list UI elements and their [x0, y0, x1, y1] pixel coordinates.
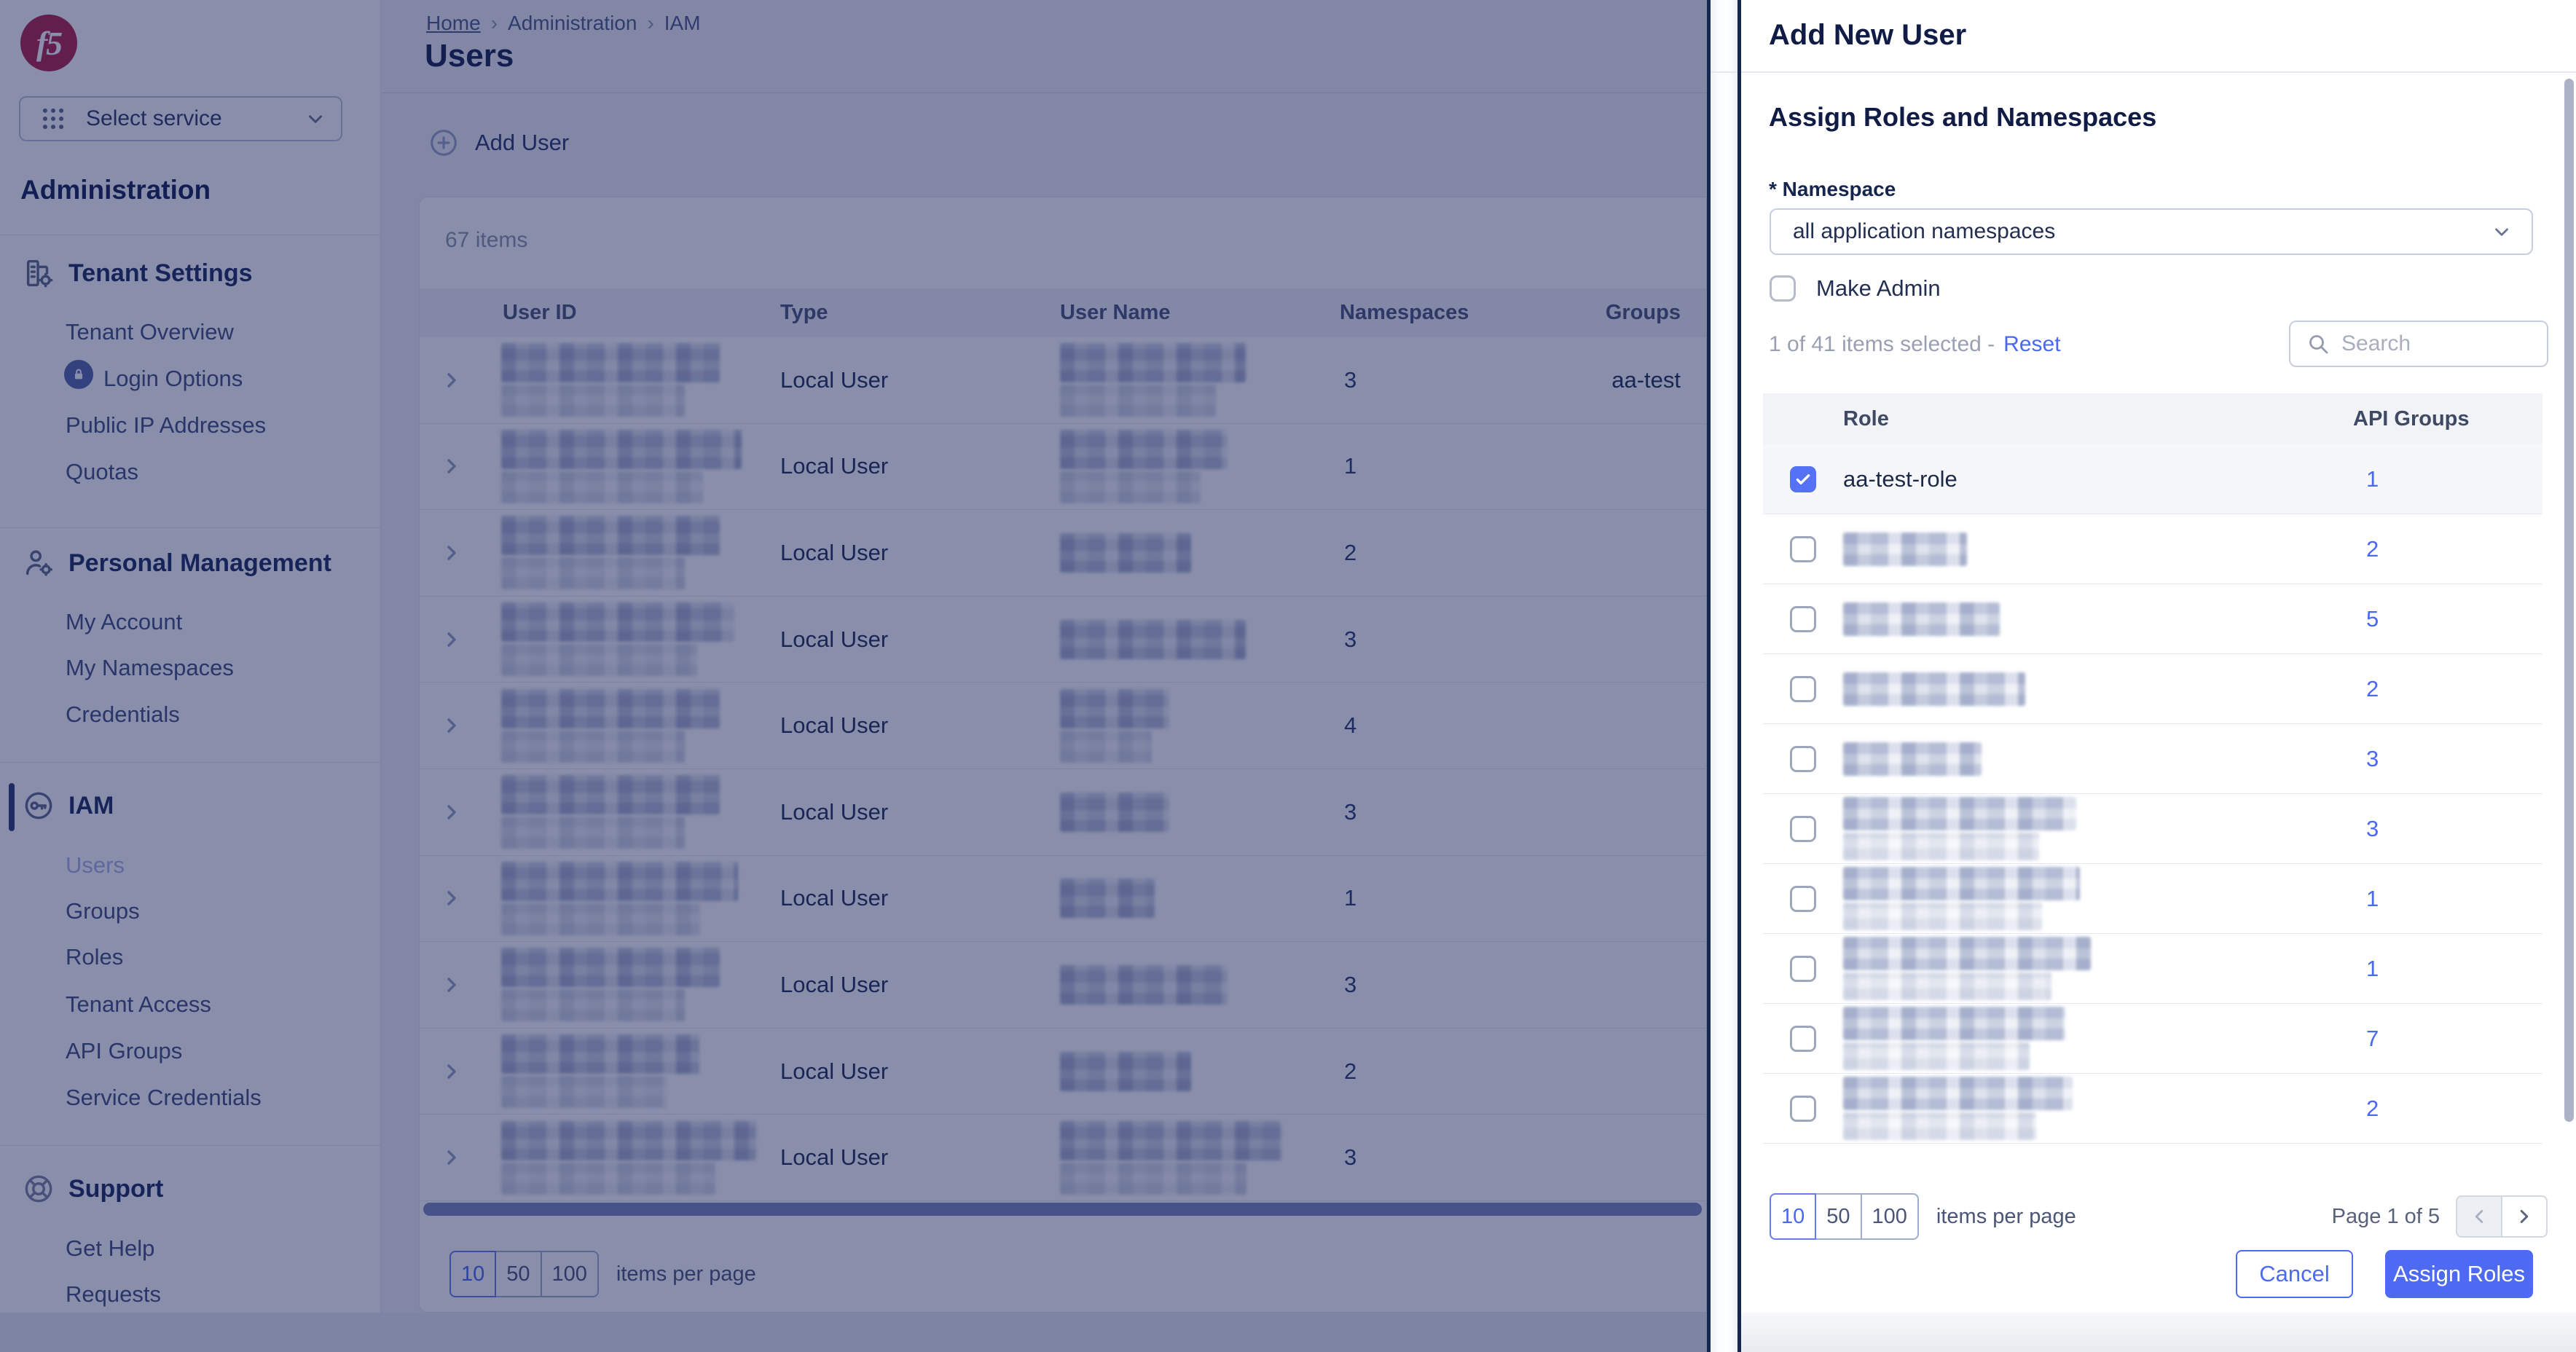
role-row[interactable]: 2 [1763, 654, 2542, 724]
redacted-role-name [1843, 602, 2000, 636]
api-groups-count[interactable]: 5 [2353, 606, 2542, 632]
page-size-50[interactable]: 50 [1815, 1193, 1862, 1240]
previous-page-button[interactable] [2456, 1195, 2502, 1238]
modal-overlay [0, 0, 1707, 1352]
divider [1741, 71, 2576, 73]
selection-summary: 1 of 41 items selected - [1769, 332, 1995, 356]
page-size-10[interactable]: 10 [1770, 1193, 1817, 1240]
redacted-role-name [1843, 532, 1967, 566]
api-groups-count[interactable]: 1 [2353, 466, 2542, 492]
api-groups-count[interactable]: 2 [2353, 536, 2542, 562]
role-row[interactable]: 2 [1763, 514, 2542, 584]
role-row[interactable]: aa-test-role 1 [1763, 444, 2542, 514]
api-groups-count[interactable]: 1 [2353, 886, 2542, 912]
checkbox-unchecked-icon[interactable] [1790, 675, 1816, 702]
section-title: Assign Roles and Namespaces [1769, 102, 2157, 132]
checkbox-unchecked-icon[interactable] [1790, 815, 1816, 842]
api-groups-count[interactable]: 3 [2353, 816, 2542, 842]
column-header-role: Role [1843, 406, 1889, 431]
role-row[interactable]: 1 [1763, 864, 2542, 934]
column-header-api-groups: API Groups [2353, 406, 2470, 431]
selection-row: 1 of 41 items selected - Reset [1769, 321, 2548, 369]
role-row[interactable]: 3 [1763, 724, 2542, 794]
assign-roles-button[interactable]: Assign Roles [2385, 1250, 2533, 1298]
role-name: aa-test-role [1843, 465, 1957, 492]
api-groups-count[interactable]: 3 [2353, 746, 2542, 772]
role-row[interactable]: 5 [1763, 584, 2542, 654]
checkbox-checked-icon[interactable] [1790, 465, 1816, 492]
page-info: Page 1 of 5 [2331, 1204, 2440, 1228]
role-row[interactable]: 7 [1763, 1004, 2542, 1074]
divider [1711, 71, 1737, 73]
drawer-footer: Cancel Assign Roles [1741, 1250, 2576, 1298]
checkbox-unchecked-icon[interactable] [1770, 275, 1796, 302]
chevron-down-icon [2491, 221, 2513, 243]
drawer-pagination: 10 50 100 items per page Page 1 of 5 [1770, 1193, 2548, 1240]
redacted-role-name [1843, 797, 2076, 860]
items-per-page-label: items per page [1936, 1204, 2076, 1228]
redacted-role-name [1843, 937, 2091, 1000]
checkbox-unchecked-icon[interactable] [1790, 745, 1816, 772]
api-groups-count[interactable]: 1 [2353, 956, 2542, 982]
page-size-100[interactable]: 100 [1860, 1193, 1919, 1240]
add-new-user-drawer: Add New User Assign Roles and Namespaces… [1741, 0, 2576, 1352]
namespace-select-value: all application namespaces [1793, 219, 2056, 243]
redacted-role-name [1843, 1077, 2073, 1140]
namespace-label: * Namespace [1769, 178, 1896, 200]
next-page-button[interactable] [2501, 1195, 2548, 1238]
make-admin-label: Make Admin [1816, 275, 1941, 301]
role-row[interactable]: 3 [1763, 794, 2542, 864]
checkbox-unchecked-icon[interactable] [1790, 1095, 1816, 1122]
role-search[interactable] [2289, 321, 2548, 367]
drawer-scrollbar[interactable] [2564, 79, 2574, 1122]
checkbox-unchecked-icon[interactable] [1790, 885, 1816, 912]
redacted-role-name [1843, 742, 1982, 776]
api-groups-count[interactable]: 7 [2353, 1026, 2542, 1052]
roles-table: Role API Groups aa-test-role 1 2 5 2 3 3… [1763, 393, 2542, 1144]
search-icon [2306, 332, 2330, 355]
redacted-role-name [1843, 1007, 2065, 1070]
cancel-button[interactable]: Cancel [2236, 1250, 2353, 1298]
make-admin-checkbox[interactable]: Make Admin [1770, 275, 1941, 302]
roles-table-header: Role API Groups [1763, 393, 2542, 444]
checkbox-unchecked-icon[interactable] [1790, 605, 1816, 632]
checkbox-unchecked-icon[interactable] [1790, 535, 1816, 562]
app-window: f5 Select service Administration Tenant … [0, 0, 2576, 1352]
role-row[interactable]: 2 [1763, 1074, 2542, 1144]
checkbox-unchecked-icon[interactable] [1790, 1025, 1816, 1052]
checkbox-unchecked-icon[interactable] [1790, 955, 1816, 982]
drawer-title: Add New User [1769, 19, 1967, 51]
search-input[interactable] [2341, 331, 2516, 356]
redacted-role-name [1843, 672, 2025, 706]
role-row[interactable]: 1 [1763, 934, 2542, 1004]
drawer-bottom-strip [1741, 1313, 2576, 1352]
redacted-role-name [1843, 867, 2080, 930]
api-groups-count[interactable]: 2 [2353, 676, 2542, 702]
namespace-select[interactable]: all application namespaces [1770, 208, 2533, 255]
reset-link[interactable]: Reset [2003, 332, 2060, 357]
api-groups-count[interactable]: 2 [2353, 1096, 2542, 1122]
drawer-resize-handle[interactable] [1707, 0, 1741, 1352]
